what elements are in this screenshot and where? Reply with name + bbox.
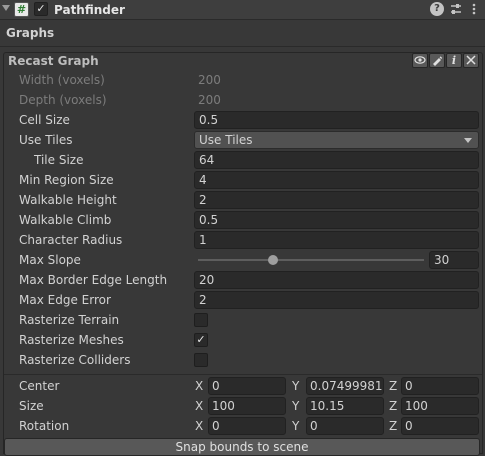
use-tiles-label: Use Tiles xyxy=(19,133,73,147)
width-value: 200 xyxy=(198,73,221,87)
max-edge-error-label: Max Edge Error xyxy=(19,293,111,307)
tile-size-field[interactable]: 64 xyxy=(194,151,479,169)
graphs-section-title: Graphs xyxy=(6,26,55,40)
center-x-axis-label: X xyxy=(195,379,204,393)
max-border-edge-length-label: Max Border Edge Length xyxy=(19,273,168,287)
size-z-field[interactable]: 100 xyxy=(401,397,479,415)
component-title: Pathfinder xyxy=(54,3,125,17)
rotation-x-axis-label: X xyxy=(195,419,204,433)
walkable-height-field[interactable]: 2 xyxy=(194,191,479,209)
center-y-field[interactable]: 0.07499981 xyxy=(306,377,384,395)
rasterize-colliders-checkbox[interactable] xyxy=(194,353,208,367)
depth-value: 200 xyxy=(198,93,221,107)
rotation-z-field[interactable]: 0 xyxy=(401,417,479,435)
center-label: Center xyxy=(19,379,60,393)
walkable-height-label: Walkable Height xyxy=(19,193,117,207)
max-slope-field[interactable]: 30 xyxy=(429,251,479,269)
rotation-x-field[interactable]: 0 xyxy=(208,417,286,435)
rotation-label: Rotation xyxy=(19,419,70,433)
graph-title: Recast Graph xyxy=(8,54,99,68)
edit-icon[interactable] xyxy=(429,53,445,68)
rasterize-terrain-label: Rasterize Terrain xyxy=(19,313,120,327)
rotation-z-axis-label: Z xyxy=(389,419,398,433)
component-header: # ✓ Pathfinder ? xyxy=(0,0,485,20)
size-label: Size xyxy=(19,399,44,413)
size-y-field[interactable]: 10.15 xyxy=(306,397,384,415)
depth-label: Depth (voxels) xyxy=(19,93,107,107)
tile-size-label: Tile Size xyxy=(34,153,84,167)
rotation-y-field[interactable]: 0 xyxy=(306,417,384,435)
min-region-size-field[interactable]: 4 xyxy=(194,171,479,189)
close-icon[interactable] xyxy=(463,53,479,68)
max-slope-label: Max Slope xyxy=(19,253,81,267)
rasterize-colliders-label: Rasterize Colliders xyxy=(19,353,131,367)
size-x-field[interactable]: 100 xyxy=(208,397,286,415)
rotation-y-axis-label: Y xyxy=(292,419,300,433)
center-z-axis-label: Z xyxy=(389,379,398,393)
rasterize-terrain-checkbox[interactable] xyxy=(194,313,208,327)
size-y-axis-label: Y xyxy=(292,399,300,413)
use-tiles-dropdown[interactable]: Use Tiles xyxy=(194,131,479,149)
script-icon: # xyxy=(14,2,29,17)
snap-bounds-button[interactable]: Snap bounds to scene xyxy=(4,438,480,456)
max-border-edge-length-field[interactable]: 20 xyxy=(194,271,479,289)
walkable-climb-field[interactable]: 0.5 xyxy=(194,211,479,229)
size-z-axis-label: Z xyxy=(389,399,398,413)
width-label: Width (voxels) xyxy=(19,73,105,87)
cell-size-field[interactable]: 0.5 xyxy=(194,111,479,129)
more-icon[interactable] xyxy=(467,2,481,16)
max-edge-error-field[interactable]: 2 xyxy=(194,291,479,309)
foldout-arrow-icon[interactable] xyxy=(2,5,10,11)
settings-icon[interactable] xyxy=(449,2,463,16)
center-x-field[interactable]: 0 xyxy=(208,377,286,395)
component-enabled-checkbox[interactable]: ✓ xyxy=(34,2,48,16)
rasterize-meshes-label: Rasterize Meshes xyxy=(19,333,124,347)
divider xyxy=(0,46,485,47)
use-tiles-value: Use Tiles xyxy=(199,133,253,147)
walkable-climb-label: Walkable Climb xyxy=(19,213,112,227)
character-radius-field[interactable]: 1 xyxy=(194,231,479,249)
divider xyxy=(4,374,482,375)
cell-size-label: Cell Size xyxy=(19,113,70,127)
help-icon[interactable]: ? xyxy=(430,2,444,16)
chevron-down-icon xyxy=(464,138,472,143)
info-glyph: i xyxy=(451,54,457,67)
size-x-axis-label: X xyxy=(195,399,204,413)
info-icon[interactable]: i xyxy=(446,53,462,68)
min-region-size-label: Min Region Size xyxy=(19,173,114,187)
center-y-axis-label: Y xyxy=(292,379,300,393)
rasterize-meshes-checkbox[interactable]: ✓ xyxy=(194,333,208,347)
center-z-field[interactable]: 0 xyxy=(401,377,479,395)
character-radius-label: Character Radius xyxy=(19,233,123,247)
eye-icon[interactable] xyxy=(412,53,428,68)
max-slope-slider-track[interactable] xyxy=(198,259,424,261)
